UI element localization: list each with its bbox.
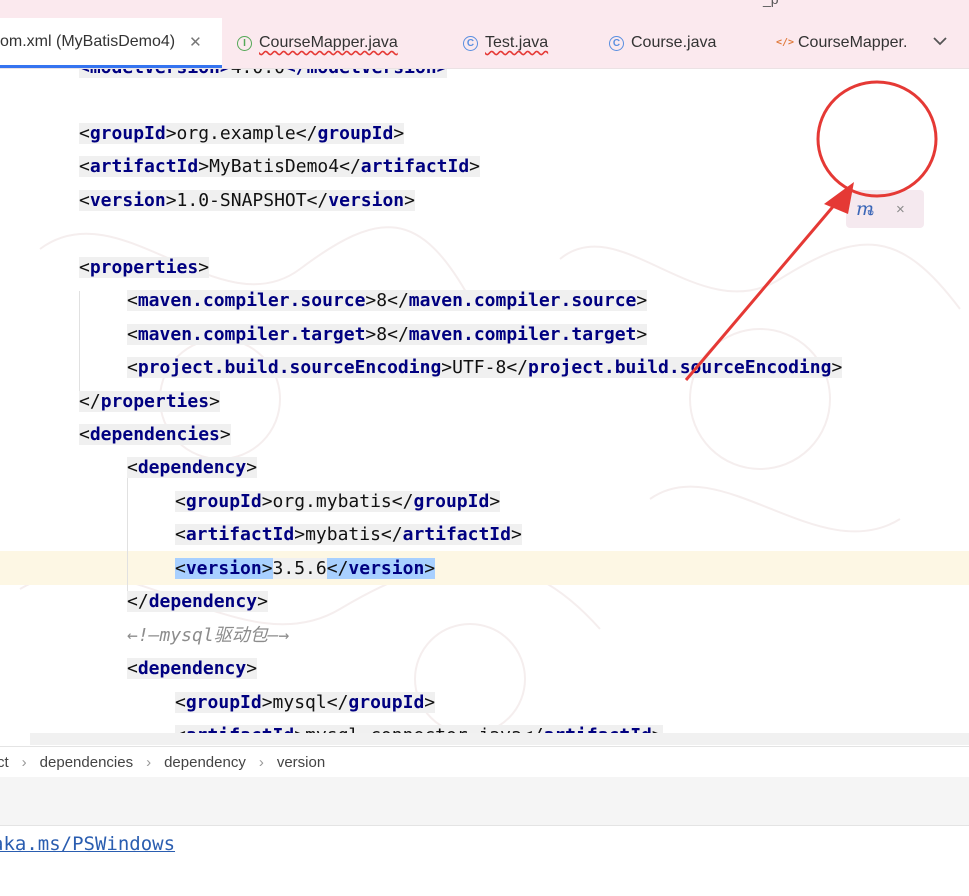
code-line: <modelVersion>4.0.0</modelVersion> [79, 69, 448, 83]
code-line: <groupId>mysql</groupId> [175, 692, 436, 713]
close-icon[interactable]: × [896, 201, 905, 218]
code-line: <artifactId>mybatis</artifactId> [175, 524, 522, 545]
code-line: <maven.compiler.target>8</maven.compiler… [127, 324, 648, 345]
tab-pom-xml[interactable]: om.xml (MyBatisDemo4) ✕ [0, 18, 222, 68]
tab-label: Course.java [631, 34, 717, 51]
breadcrumb-item[interactable]: ct [0, 754, 9, 771]
tab-coursemapper-xml[interactable]: </> CourseMapper. [776, 18, 907, 68]
class-icon: C [609, 35, 624, 51]
code-line: <properties> [79, 257, 210, 278]
tab-label: CourseMapper. [798, 34, 908, 51]
maven-reload-popup: m ↻ × [846, 190, 924, 228]
xml-icon: </> [776, 36, 795, 48]
indent-guide [127, 466, 128, 600]
code-line: <artifactId>MyBatisDemo4</artifactId> [79, 156, 481, 177]
chevron-right-icon: › [258, 753, 264, 771]
editor-tab-bar: _p om.xml (MyBatisDemo4) ✕ I CourseMappe… [0, 0, 969, 69]
breadcrumb-item[interactable]: dependencies [40, 754, 133, 771]
interface-icon: I [237, 35, 252, 51]
code-line: <maven.compiler.source>8</maven.compiler… [127, 290, 648, 311]
code-editor[interactable]: <modelVersion>4.0.0</modelVersion> <grou… [0, 69, 969, 745]
tab-test-java[interactable]: C Test.java [463, 18, 548, 68]
current-line-highlight [0, 551, 969, 585]
breadcrumb: ct › dependencies › dependency › version [0, 746, 969, 777]
horizontal-scrollbar[interactable] [30, 733, 969, 745]
top-strip-text: _p [763, 0, 779, 7]
tab-coursemapper-java[interactable]: I CourseMapper.java [237, 18, 398, 68]
maven-reload-icon[interactable]: m ↻ [856, 198, 874, 220]
chevron-right-icon: › [146, 753, 152, 771]
code-line: ←!—mysql驱动包—→ [127, 625, 290, 646]
breadcrumb-item[interactable]: dependency [164, 754, 246, 771]
code-line: <groupId>org.example</groupId> [79, 123, 405, 144]
class-icon: C [463, 35, 478, 51]
code-line: <project.build.sourceEncoding>UTF-8</pro… [127, 357, 843, 378]
footer-link[interactable]: aka.ms/PSWindows [0, 833, 175, 855]
code-line: </properties> [79, 391, 220, 412]
bottom-panel [0, 777, 969, 826]
code-line: <groupId>org.mybatis</groupId> [175, 491, 501, 512]
close-icon[interactable]: ✕ [189, 33, 202, 51]
code-line: <dependency> [127, 457, 258, 478]
breadcrumb-item[interactable]: version [277, 754, 325, 771]
tab-label: CourseMapper.java [259, 34, 398, 51]
tab-label: Test.java [485, 34, 549, 51]
tab-course-java[interactable]: C Course.java [609, 18, 716, 68]
code-line: <version>1.0-SNAPSHOT</version> [79, 190, 415, 211]
code-line: </dependency> [127, 591, 268, 612]
code-line: <version>3.5.6</version> [175, 558, 436, 579]
tab-label: om.xml (MyBatisDemo4) [0, 32, 176, 50]
code-line: <dependencies> [79, 424, 231, 445]
code-line: <dependency> [127, 658, 258, 679]
chevron-down-icon[interactable] [932, 33, 948, 49]
top-strip: _p [0, 0, 969, 18]
chevron-right-icon: › [21, 753, 27, 771]
